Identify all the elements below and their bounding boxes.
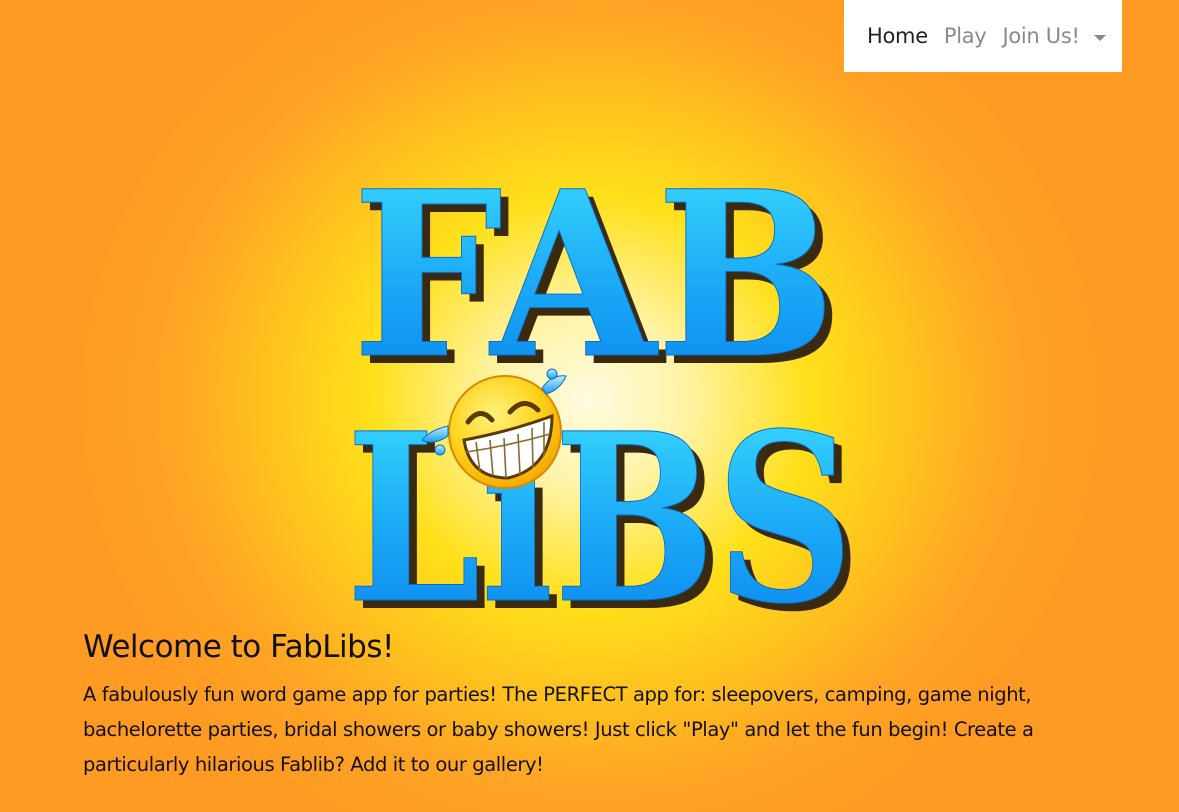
welcome-section: Welcome to FabLibs! A fabulously fun wor…	[83, 625, 1083, 782]
logo-line2: LiBS	[346, 382, 854, 620]
nav-play-link[interactable]: Play	[944, 24, 987, 48]
chevron-down-icon	[1093, 34, 1106, 41]
nav-join-label: Join Us!	[1002, 24, 1080, 48]
top-navbar: Home Play Join Us!	[844, 0, 1122, 72]
nav-join-dropdown[interactable]: Join Us!	[1002, 24, 1106, 48]
logo-line1: FAB	[352, 150, 836, 409]
nav-home-link[interactable]: Home	[867, 24, 928, 48]
welcome-description: A fabulously fun word game app for parti…	[83, 683, 1034, 776]
fablibs-logo: FAB FAB LiBS LiBS	[330, 141, 870, 664]
welcome-title: Welcome to FabLibs!	[83, 629, 394, 665]
